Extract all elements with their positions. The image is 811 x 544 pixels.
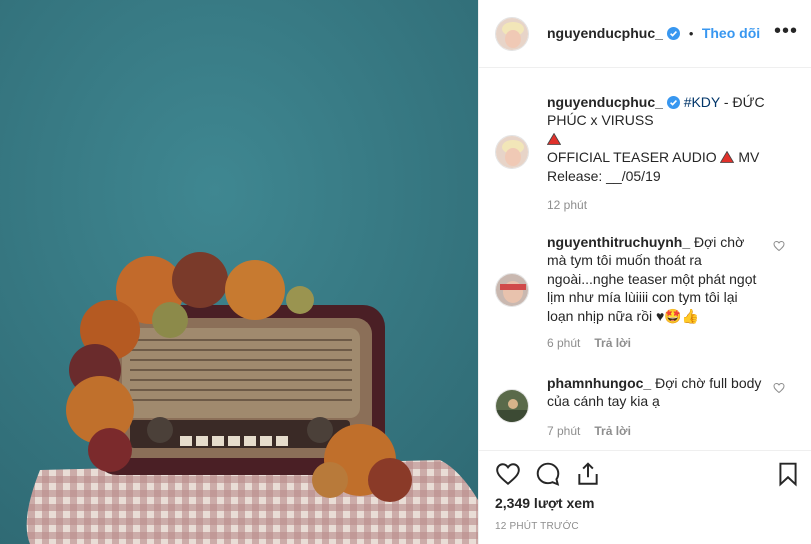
comment-text: nguyenthitruchuynh_ Đợi chờ mà tym tôi m…: [547, 233, 763, 325]
caption-line5: Release: __/05/19: [547, 167, 661, 184]
hashtag-link[interactable]: #KDY: [684, 94, 720, 110]
comment-text: phamnhungoc_ Đợi chờ full body của cánh …: [547, 374, 763, 411]
red-triangle-icon: [720, 151, 735, 164]
red-triangle-icon: [547, 132, 561, 145]
post-header: nguyenducphuc_ • Theo dõi •••: [479, 0, 811, 68]
view-count[interactable]: 2,349 lượt xem: [495, 495, 594, 511]
header-user-line: nguyenducphuc_ • Theo dõi: [547, 25, 760, 43]
comment-avatar[interactable]: [495, 273, 529, 307]
like-comment-heart-icon[interactable]: [773, 240, 785, 252]
comment-username[interactable]: nguyenthitruchuynh_: [547, 234, 690, 250]
like-comment-heart-icon[interactable]: [773, 382, 785, 394]
caption-avatar[interactable]: [495, 135, 529, 169]
comment-meta: 7 phút Trả lời: [547, 424, 631, 438]
comment-bubble-icon[interactable]: [535, 461, 561, 487]
post-actions: 2,349 lượt xem 12 PHÚT TRƯỚC: [479, 450, 811, 544]
caption-time[interactable]: 12 phút: [547, 198, 587, 212]
comment-time[interactable]: 6 phút: [547, 336, 580, 350]
caption-line4: OFFICIAL TEASER AUDIO: [547, 149, 721, 166]
caption-line1: - ĐỨC: [720, 94, 765, 110]
comment-time[interactable]: 7 phút: [547, 424, 580, 438]
comment-avatar[interactable]: [495, 389, 529, 423]
follow-button[interactable]: Theo dõi: [702, 25, 760, 41]
author-avatar[interactable]: [495, 17, 529, 51]
share-icon[interactable]: [575, 461, 601, 487]
author-username[interactable]: nguyenducphuc_: [547, 25, 663, 41]
separator-dot: •: [688, 26, 694, 41]
caption-line2: PHÚC x VIRUSS: [547, 112, 654, 129]
verified-badge-icon: [666, 96, 680, 109]
post-timestamp[interactable]: 12 PHÚT TRƯỚC: [495, 521, 579, 532]
post-sidebar: nguyenducphuc_ • Theo dõi ••• nguyenducp…: [478, 0, 811, 544]
comment-username[interactable]: phamnhungoc_: [547, 375, 651, 391]
save-bookmark-icon[interactable]: [775, 461, 801, 487]
like-heart-icon[interactable]: [495, 461, 521, 487]
verified-badge-icon: [667, 27, 681, 40]
caption-username[interactable]: nguyenducphuc_: [547, 94, 663, 110]
caption-text: nguyenducphuc_ #KDY - ĐỨC PHÚC x VIRUSS …: [547, 93, 767, 185]
reply-button[interactable]: Trả lời: [594, 336, 631, 350]
post-media[interactable]: [0, 0, 478, 544]
comment-meta: 6 phút Trả lời: [547, 336, 631, 350]
post-image: [0, 0, 478, 544]
caption-line4-end: MV: [734, 149, 760, 166]
reply-button[interactable]: Trả lời: [594, 424, 631, 438]
more-options-icon[interactable]: •••: [774, 20, 798, 43]
